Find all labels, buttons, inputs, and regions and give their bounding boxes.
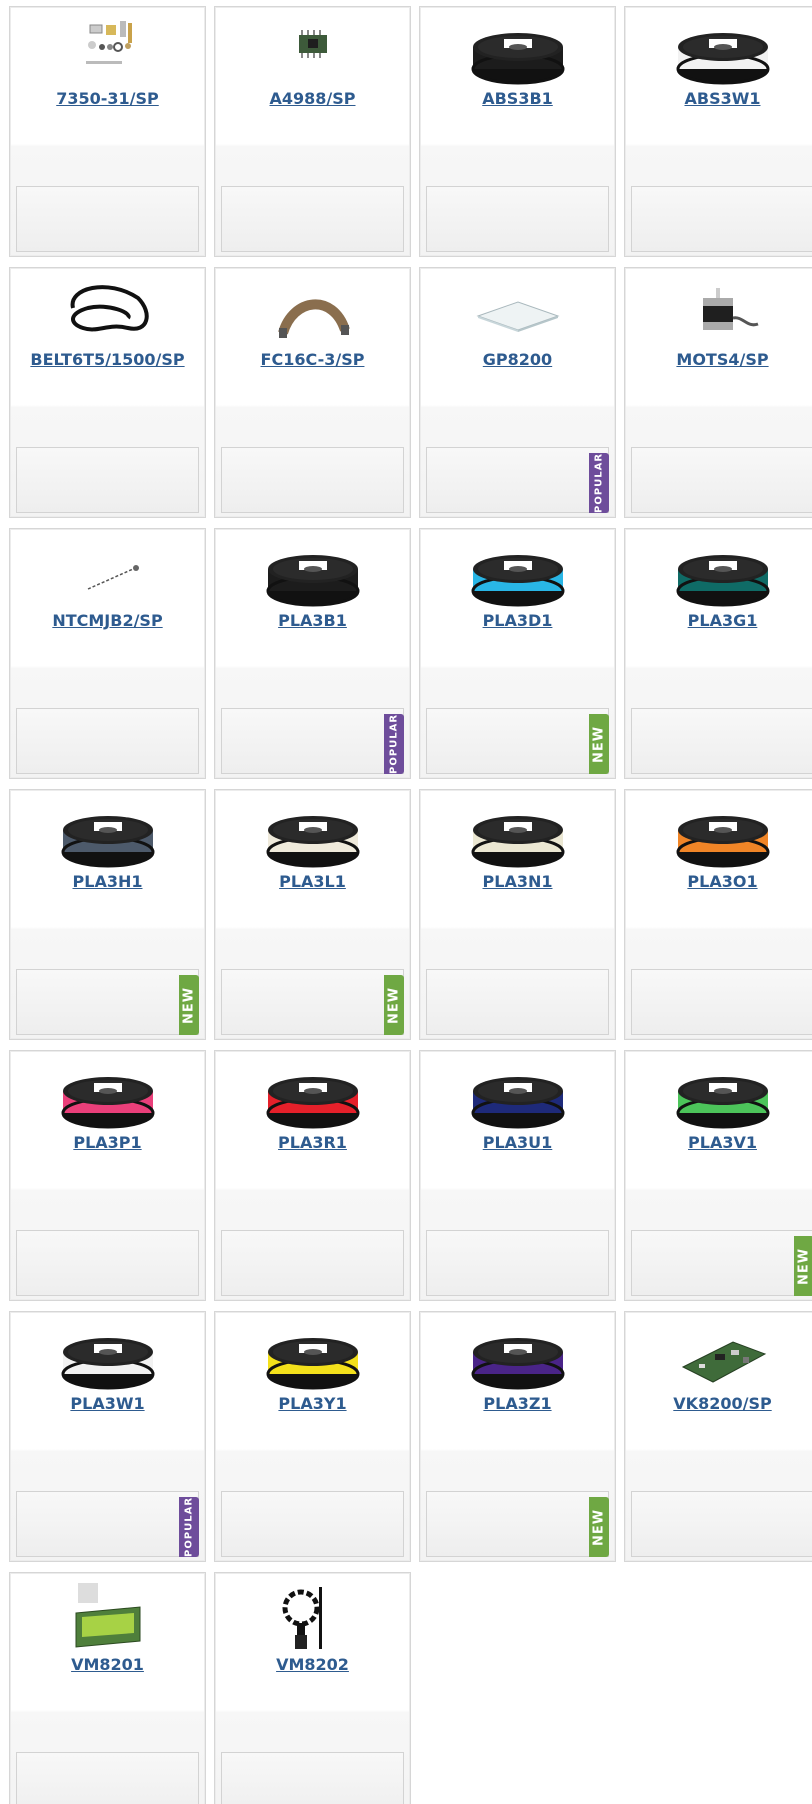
product-sku-link[interactable]: PLA3N1 bbox=[420, 872, 615, 891]
new-badge: NEW bbox=[384, 975, 404, 1035]
popular-badge: POPULAR bbox=[179, 1497, 199, 1557]
product-action-box[interactable] bbox=[631, 969, 812, 1035]
product-action-box[interactable]: POPULAR bbox=[221, 708, 404, 774]
product-action-box[interactable] bbox=[221, 447, 404, 513]
new-badge: NEW bbox=[589, 1497, 609, 1557]
product-card: PLA3D1 NEW bbox=[419, 528, 616, 779]
product-card: VM8202 bbox=[214, 1572, 411, 1804]
product-action-box[interactable]: NEW bbox=[426, 1491, 609, 1557]
product-action-box[interactable]: NEW bbox=[221, 969, 404, 1035]
product-card: MOTS4/SP bbox=[624, 267, 812, 518]
product-card: ABS3W1 bbox=[624, 6, 812, 257]
product-sku-link[interactable]: PLA3Y1 bbox=[215, 1394, 410, 1413]
product-action-box[interactable]: POPULAR bbox=[426, 447, 609, 513]
product-sku-link[interactable]: ABS3B1 bbox=[420, 89, 615, 108]
product-action-box[interactable] bbox=[16, 1752, 199, 1804]
product-action-box[interactable]: NEW bbox=[426, 708, 609, 774]
product-sku-link[interactable]: VK8200/SP bbox=[625, 1394, 812, 1413]
product-card: PLA3N1 bbox=[419, 789, 616, 1040]
product-action-box[interactable] bbox=[221, 1752, 404, 1804]
product-card: PLA3P1 bbox=[9, 1050, 206, 1301]
product-card: VK8200/SP bbox=[624, 1311, 812, 1562]
product-action-box[interactable] bbox=[631, 447, 812, 513]
product-sku-link[interactable]: A4988/SP bbox=[215, 89, 410, 108]
product-sku-link[interactable]: MOTS4/SP bbox=[625, 350, 812, 369]
product-action-box[interactable] bbox=[221, 186, 404, 252]
product-sku-link[interactable]: BELT6T5/1500/SP bbox=[10, 350, 205, 369]
product-card: PLA3G1 bbox=[624, 528, 812, 779]
product-sku-link[interactable]: PLA3B1 bbox=[215, 611, 410, 630]
popular-badge: POPULAR bbox=[384, 714, 404, 774]
product-grid: 7350-31/SP A4988/SP ABS3B1 ABS3W1 BELT6T… bbox=[0, 0, 812, 1804]
product-action-box[interactable] bbox=[426, 969, 609, 1035]
product-action-box[interactable] bbox=[426, 186, 609, 252]
product-action-box[interactable] bbox=[16, 708, 199, 774]
popular-badge: POPULAR bbox=[589, 453, 609, 513]
product-action-box[interactable] bbox=[631, 708, 812, 774]
product-sku-link[interactable]: PLA3W1 bbox=[10, 1394, 205, 1413]
product-card: PLA3O1 bbox=[624, 789, 812, 1040]
product-card: PLA3R1 bbox=[214, 1050, 411, 1301]
product-action-box[interactable] bbox=[16, 186, 199, 252]
product-card: PLA3V1 NEW bbox=[624, 1050, 812, 1301]
product-card: PLA3W1 POPULAR bbox=[9, 1311, 206, 1562]
product-card: BELT6T5/1500/SP bbox=[9, 267, 206, 518]
product-card: VM8201 bbox=[9, 1572, 206, 1804]
product-sku-link[interactable]: PLA3L1 bbox=[215, 872, 410, 891]
product-card: PLA3U1 bbox=[419, 1050, 616, 1301]
new-badge: NEW bbox=[794, 1236, 812, 1296]
product-sku-link[interactable]: ABS3W1 bbox=[625, 89, 812, 108]
product-sku-link[interactable]: PLA3Z1 bbox=[420, 1394, 615, 1413]
product-action-box[interactable] bbox=[631, 1491, 812, 1557]
product-sku-link[interactable]: NTCMJB2/SP bbox=[10, 611, 205, 630]
product-action-box[interactable] bbox=[16, 1230, 199, 1296]
product-sku-link[interactable]: PLA3P1 bbox=[10, 1133, 205, 1152]
product-card: GP8200 POPULAR bbox=[419, 267, 616, 518]
product-card: NTCMJB2/SP bbox=[9, 528, 206, 779]
product-sku-link[interactable]: PLA3R1 bbox=[215, 1133, 410, 1152]
product-card: PLA3B1 POPULAR bbox=[214, 528, 411, 779]
product-card: PLA3H1 NEW bbox=[9, 789, 206, 1040]
new-badge: NEW bbox=[589, 714, 609, 774]
product-action-box[interactable] bbox=[16, 447, 199, 513]
product-sku-link[interactable]: FC16C-3/SP bbox=[215, 350, 410, 369]
product-action-box[interactable] bbox=[631, 186, 812, 252]
product-action-box[interactable]: POPULAR bbox=[16, 1491, 199, 1557]
product-sku-link[interactable]: VM8201 bbox=[10, 1655, 205, 1674]
product-sku-link[interactable]: PLA3U1 bbox=[420, 1133, 615, 1152]
product-sku-link[interactable]: PLA3G1 bbox=[625, 611, 812, 630]
product-card: A4988/SP bbox=[214, 6, 411, 257]
product-action-box[interactable] bbox=[221, 1230, 404, 1296]
product-card: PLA3Z1 NEW bbox=[419, 1311, 616, 1562]
product-action-box[interactable] bbox=[221, 1491, 404, 1557]
product-card: PLA3Y1 bbox=[214, 1311, 411, 1562]
product-card: PLA3L1 NEW bbox=[214, 789, 411, 1040]
product-sku-link[interactable]: GP8200 bbox=[420, 350, 615, 369]
product-sku-link[interactable]: PLA3V1 bbox=[625, 1133, 812, 1152]
product-action-box[interactable]: NEW bbox=[631, 1230, 812, 1296]
new-badge: NEW bbox=[179, 975, 199, 1035]
product-sku-link[interactable]: 7350-31/SP bbox=[10, 89, 205, 108]
product-sku-link[interactable]: PLA3D1 bbox=[420, 611, 615, 630]
product-sku-link[interactable]: PLA3O1 bbox=[625, 872, 812, 891]
product-sku-link[interactable]: VM8202 bbox=[215, 1655, 410, 1674]
product-sku-link[interactable]: PLA3H1 bbox=[10, 872, 205, 891]
product-card: FC16C-3/SP bbox=[214, 267, 411, 518]
product-card: 7350-31/SP bbox=[9, 6, 206, 257]
product-action-box[interactable] bbox=[426, 1230, 609, 1296]
product-action-box[interactable]: NEW bbox=[16, 969, 199, 1035]
product-card: ABS3B1 bbox=[419, 6, 616, 257]
